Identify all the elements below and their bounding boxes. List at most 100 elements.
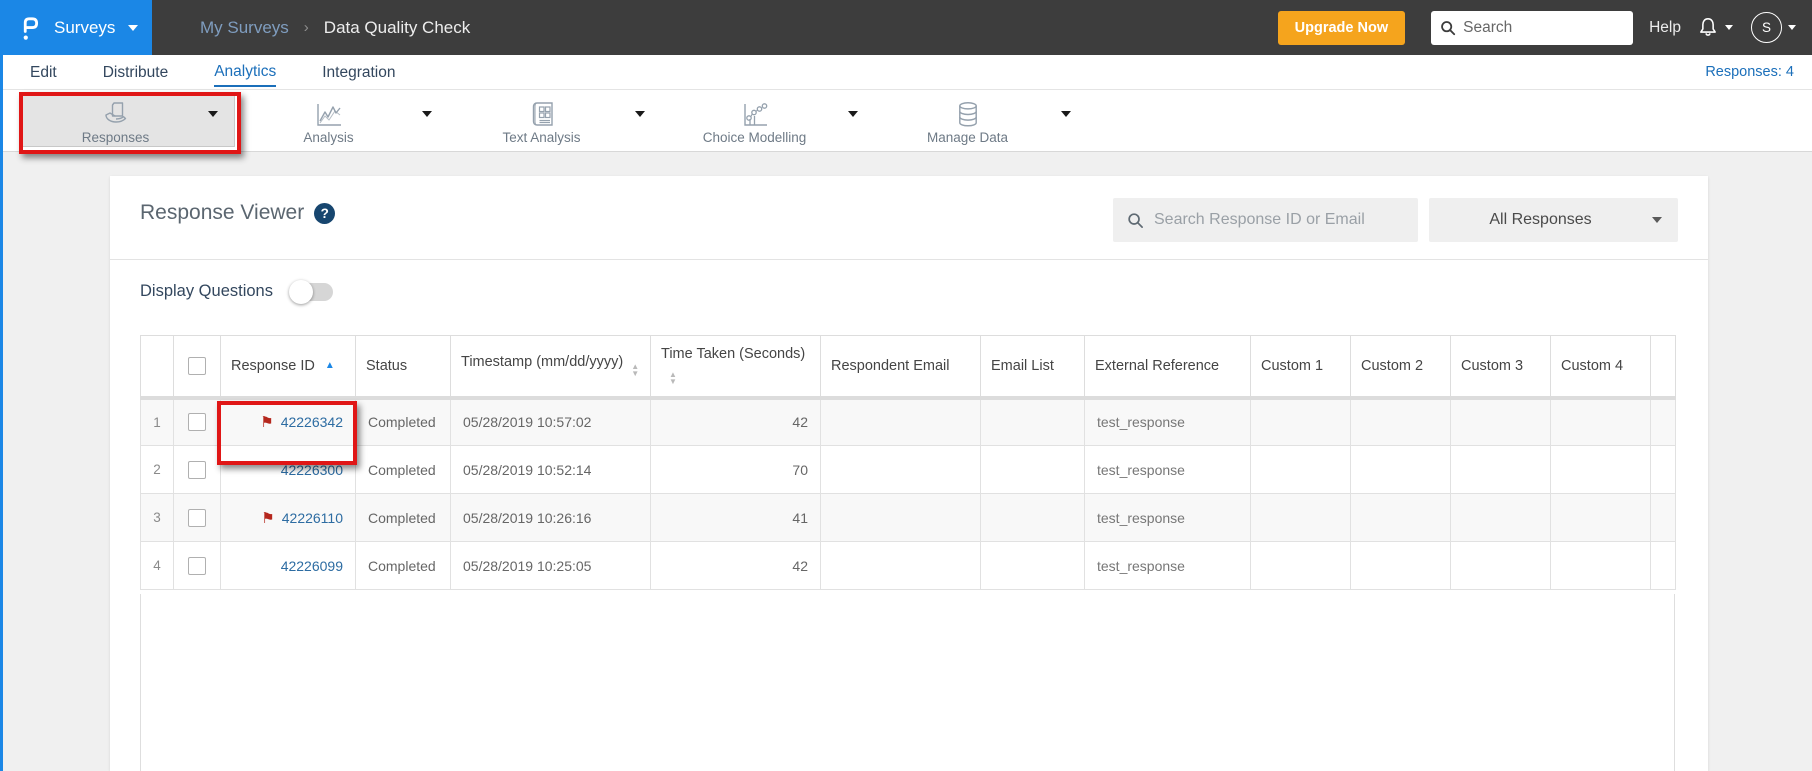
- help-link[interactable]: Help: [1649, 19, 1681, 37]
- brand-product-label: Surveys: [54, 17, 116, 37]
- table-row: 1 ⚑ 42226342 Completed 05/28/2019 10:57:0…: [140, 397, 1676, 446]
- help-icon[interactable]: ?: [314, 202, 336, 224]
- chevron-down-icon[interactable]: [635, 111, 645, 122]
- response-id-link[interactable]: 42226300: [281, 462, 343, 478]
- tab-analytics[interactable]: Analytics: [214, 57, 277, 87]
- response-search-input[interactable]: [1154, 211, 1404, 229]
- hand-holding-page-icon: [101, 101, 131, 128]
- tab-distribute[interactable]: Distribute: [103, 58, 168, 86]
- left-accent-border: [0, 55, 3, 771]
- tab-integration[interactable]: Integration: [322, 58, 395, 86]
- chevron-down-icon[interactable]: [848, 111, 858, 122]
- response-id-42226342-cell: ⚑ 42226342: [220, 397, 356, 446]
- email-list-cell: [980, 445, 1085, 494]
- custom1-cell: [1250, 493, 1351, 542]
- column-header-status: Status: [355, 335, 451, 400]
- breadcrumb-my-surveys-link[interactable]: My Surveys: [200, 18, 289, 38]
- flag-icon: ⚑: [260, 414, 274, 432]
- external-reference-cell: test_response: [1084, 397, 1251, 446]
- column-header-custom-1: Custom 1: [1250, 335, 1351, 400]
- choice-modelling-toolbar-button[interactable]: Choice Modelling: [661, 94, 874, 147]
- column-header-time-taken[interactable]: Time Taken (Seconds) ▲ ▼: [650, 335, 821, 400]
- response-id-cell: 42226099: [220, 541, 356, 590]
- search-icon: [1440, 20, 1456, 36]
- table-border-continuation: [140, 594, 141, 771]
- custom2-cell: [1350, 397, 1451, 446]
- column-header-respondent-email: Respondent Email: [820, 335, 981, 400]
- time-taken-cell: 42: [650, 397, 821, 446]
- custom3-cell: [1450, 493, 1551, 542]
- custom4-cell: [1550, 541, 1651, 590]
- custom3-cell: [1450, 397, 1551, 446]
- custom3-cell: [1450, 541, 1551, 590]
- tab-edit[interactable]: Edit: [30, 58, 57, 86]
- custom1-cell: [1250, 445, 1351, 494]
- email-list-cell: [980, 493, 1085, 542]
- column-header-custom-3: Custom 3: [1450, 335, 1551, 400]
- custom2-cell: [1350, 445, 1451, 494]
- user-account-menu[interactable]: S: [1751, 12, 1796, 43]
- spacer-cell: [1650, 493, 1676, 542]
- table-row: 4 42226099 Completed 05/28/2019 10:25:05…: [140, 541, 1676, 590]
- column-header-timestamp[interactable]: Timestamp (mm/dd/yyyy) ▲ ▼: [450, 335, 651, 400]
- global-search-input[interactable]: [1463, 18, 1625, 37]
- response-search-box[interactable]: [1113, 198, 1418, 242]
- toolbar-item-label: Manage Data: [926, 129, 1009, 145]
- custom4-cell: [1550, 493, 1651, 542]
- timestamp-cell: 05/28/2019 10:57:02: [450, 397, 651, 446]
- line-chart-icon: [314, 101, 344, 128]
- row-number: 3: [140, 493, 174, 542]
- row-select-cell: [173, 445, 221, 494]
- row-select-cell: [173, 397, 221, 446]
- chevron-down-icon: [1725, 25, 1733, 34]
- topbar-actions: Upgrade Now Help S: [1277, 10, 1796, 45]
- bell-icon: [1697, 16, 1719, 40]
- upgrade-now-button[interactable]: Upgrade Now: [1277, 10, 1406, 45]
- responses-toolbar-button[interactable]: Responses: [22, 94, 235, 147]
- select-all-checkbox[interactable]: [188, 356, 206, 375]
- row-number: 4: [140, 541, 174, 590]
- row-select-cell: [173, 541, 221, 590]
- row-number: 1: [140, 397, 174, 446]
- notifications-menu[interactable]: [1697, 16, 1733, 40]
- manage-data-toolbar-button[interactable]: Manage Data: [874, 94, 1087, 147]
- chevron-down-icon: [1652, 217, 1662, 228]
- row-checkbox[interactable]: [188, 556, 206, 575]
- custom1-cell: [1250, 541, 1351, 590]
- column-header-response-id[interactable]: Response ID ▲: [220, 335, 356, 400]
- email-list-cell: [980, 397, 1085, 446]
- time-taken-cell: 41: [650, 493, 821, 542]
- response-id-link[interactable]: 42226110: [282, 510, 343, 526]
- row-checkbox[interactable]: [188, 413, 206, 432]
- column-header-custom-4: Custom 4: [1550, 335, 1651, 400]
- breadcrumb: My Surveys › Data Quality Check: [200, 18, 470, 38]
- responses-table: Response ID ▲ Status Timestamp (mm/dd/yyy…: [140, 335, 1676, 590]
- status-cell: Completed: [355, 397, 451, 446]
- row-checkbox[interactable]: [188, 508, 206, 527]
- time-taken-cell: 42: [650, 541, 821, 590]
- table-header-row: Response ID ▲ Status Timestamp (mm/dd/yyy…: [140, 335, 1676, 400]
- response-id-link[interactable]: 42226099: [281, 558, 343, 574]
- time-taken-cell: 70: [650, 445, 821, 494]
- column-header-email-list: Email List: [980, 335, 1085, 400]
- chevron-down-icon[interactable]: [422, 111, 432, 122]
- global-search-box[interactable]: [1431, 10, 1634, 45]
- toolbar-item-label: Text Analysis: [502, 129, 581, 145]
- timestamp-cell: 05/28/2019 10:52:14: [450, 445, 651, 494]
- spacer-cell: [1650, 541, 1676, 590]
- table-row: 2 42226300 Completed 05/28/2019 10:52:14…: [140, 445, 1676, 494]
- external-reference-cell: test_response: [1084, 445, 1251, 494]
- surveys-app-menu[interactable]: Surveys: [0, 0, 152, 55]
- sort-ascending-icon: ▲: [324, 359, 335, 371]
- response-id-link[interactable]: 42226342: [281, 414, 343, 430]
- spacer-cell: [1650, 445, 1676, 494]
- chevron-down-icon[interactable]: [1061, 111, 1071, 122]
- divider: [110, 259, 1708, 260]
- responses-filter-dropdown[interactable]: All Responses: [1429, 198, 1678, 242]
- chevron-down-icon[interactable]: [208, 111, 218, 122]
- analysis-toolbar-button[interactable]: Analysis: [235, 94, 448, 147]
- display-questions-toggle[interactable]: [288, 279, 333, 304]
- row-checkbox[interactable]: [188, 460, 206, 479]
- text-analysis-toolbar-button[interactable]: Text Analysis: [448, 94, 661, 147]
- analytics-toolbar: Responses Analysis Text Analysis Choice …: [0, 89, 1812, 152]
